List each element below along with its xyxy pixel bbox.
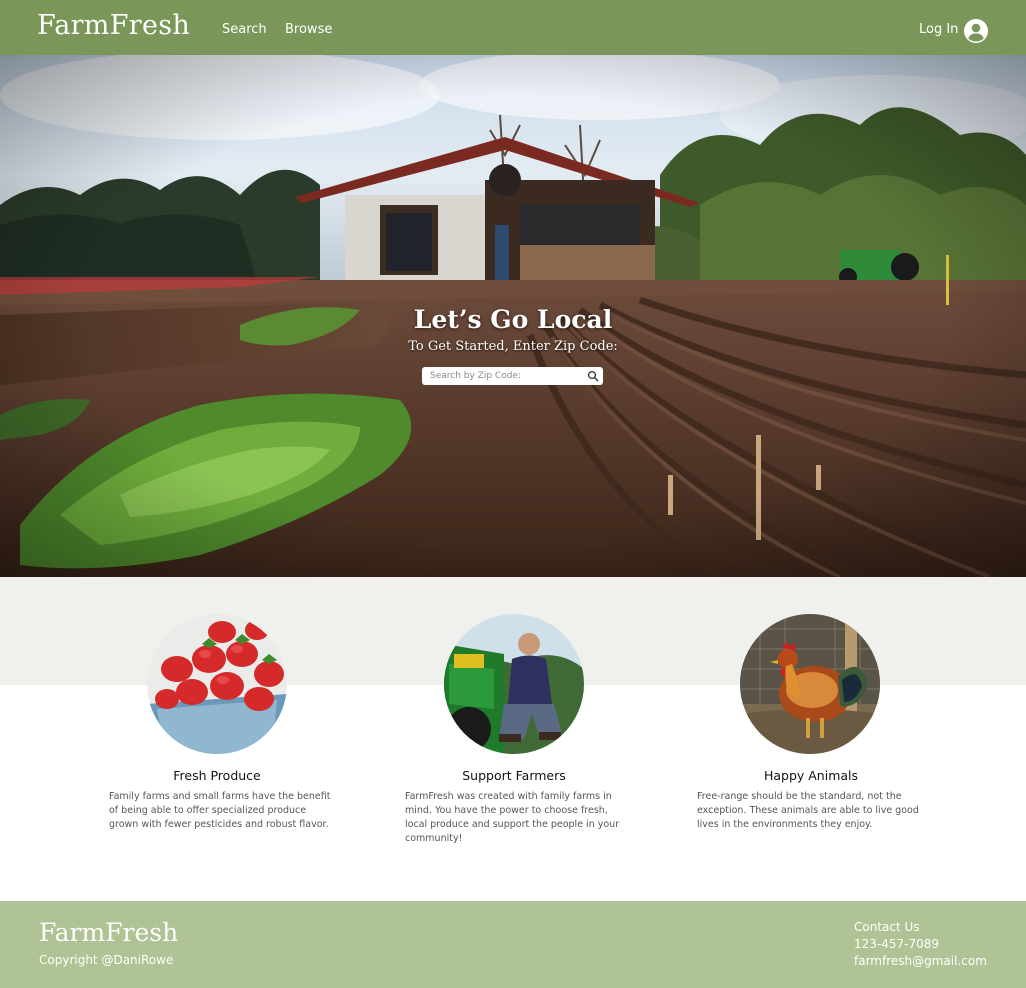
feature-description: FarmFresh was created with family farms … — [405, 791, 620, 844]
hero-title: Let’s Go Local — [413, 305, 613, 334]
footer-brand: FarmFresh — [39, 918, 179, 947]
farmer-photo — [444, 614, 584, 754]
site-header: FarmFresh Search Browse Log In — [0, 0, 1026, 55]
site-footer: FarmFresh Copyright @DaniRowe Contact Us… — [0, 901, 1026, 988]
hero-subtitle: To Get Started, Enter Zip Code: — [408, 339, 618, 354]
hero-banner: Let’s Go Local To Get Started, Enter Zip… — [0, 55, 1026, 577]
feature-title: Fresh Produce — [173, 768, 261, 783]
nav-browse-link[interactable]: Browse — [285, 22, 332, 37]
feature-title: Happy Animals — [763, 768, 859, 783]
search-icon[interactable] — [587, 370, 599, 382]
brand-logo[interactable]: FarmFresh — [37, 10, 190, 41]
contact-phone: 123-457-7089 — [854, 937, 940, 951]
zip-search-box — [422, 367, 603, 385]
user-account-icon[interactable] — [964, 19, 988, 43]
copyright-text: Copyright @DaniRowe — [39, 953, 174, 967]
feature-description: Family farms and small farms have the be… — [109, 791, 331, 830]
nav-search-link[interactable]: Search — [222, 22, 267, 37]
login-link[interactable]: Log In — [919, 22, 958, 37]
feature-description: Free-range should be the standard, not t… — [697, 791, 919, 830]
rooster-photo — [740, 614, 880, 754]
zip-search-input[interactable] — [430, 369, 580, 383]
contact-info: Contact Us 123-457-7089 farmfresh@gmail.… — [854, 919, 987, 970]
strawberries-photo — [147, 614, 287, 754]
contact-heading: Contact Us — [854, 920, 920, 934]
contact-email[interactable]: farmfresh@gmail.com — [854, 953, 987, 970]
feature-title: Support Farmers — [462, 768, 566, 783]
